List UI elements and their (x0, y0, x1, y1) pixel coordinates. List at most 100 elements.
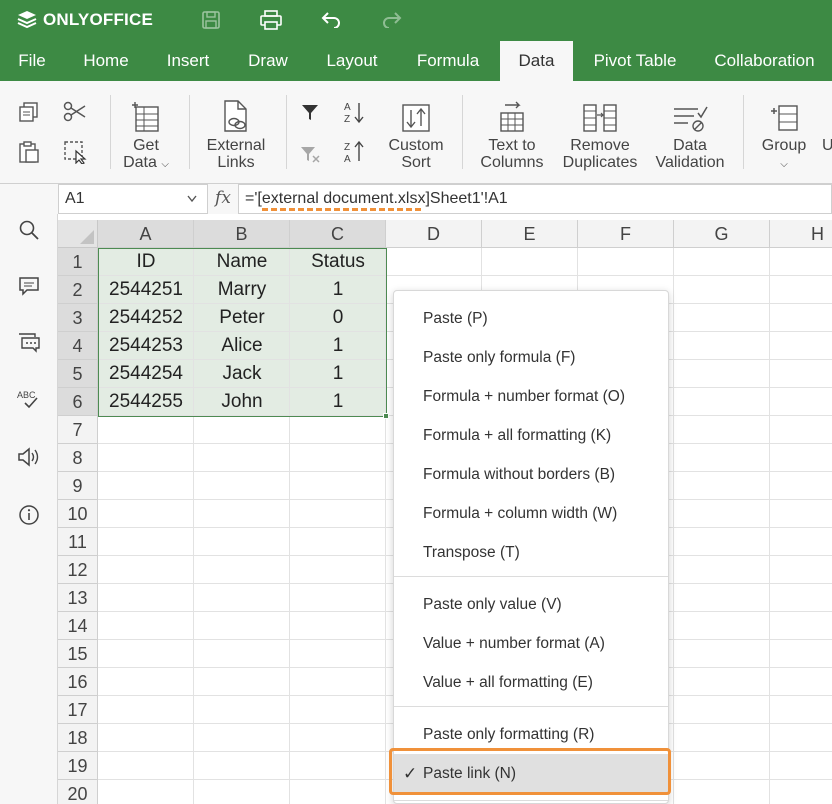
app-name: ONLYOFFICE (43, 10, 153, 29)
name-box[interactable]: A1 (58, 184, 208, 214)
menu-item-formula-column-width[interactable]: Formula + column width (W) (394, 494, 668, 533)
sort-ascending-icon[interactable]: AZ (341, 99, 367, 125)
undo-icon[interactable] (319, 9, 343, 31)
comment-icon[interactable] (17, 274, 41, 298)
select-all-icon[interactable] (62, 139, 88, 165)
save-icon[interactable] (199, 9, 223, 31)
column-header-g[interactable]: G (674, 220, 770, 248)
column-header-c[interactable]: C (290, 220, 386, 248)
menu-item-transpose[interactable]: Transpose (T) (394, 533, 668, 572)
menu-item-paste-only-value[interactable]: Paste only value (V) (394, 585, 668, 624)
external-links-button[interactable]: External Links (198, 97, 274, 171)
toolbar-separator (462, 95, 463, 169)
paste-icon[interactable] (16, 139, 42, 165)
search-icon[interactable] (17, 218, 41, 242)
tab-pivot-table[interactable]: Pivot Table (573, 41, 697, 81)
cell-reference: A1 (65, 190, 85, 207)
row-header-4[interactable]: 4 (58, 332, 98, 360)
remove-duplicates-icon (582, 97, 618, 133)
get-data-icon (131, 97, 161, 133)
info-icon[interactable] (17, 503, 41, 527)
redo-icon[interactable] (380, 9, 404, 31)
column-header-d[interactable]: D (386, 220, 482, 248)
tab-file[interactable]: File (0, 41, 64, 81)
row-header-5[interactable]: 5 (58, 360, 98, 388)
toolbar-separator (189, 95, 190, 169)
cut-icon[interactable] (62, 99, 88, 125)
menu-item-paste-only-formula[interactable]: Paste only formula (F) (394, 338, 668, 377)
menu-item-value-number-format[interactable]: Value + number format (A) (394, 624, 668, 663)
row-header-1[interactable]: 1 (58, 248, 98, 276)
svg-text:A: A (344, 154, 351, 164)
row-header-6[interactable]: 6 (58, 388, 98, 416)
filter-icon[interactable] (297, 99, 323, 125)
data-validation-button[interactable]: Data Validation (650, 97, 730, 171)
chevron-down-icon: ⌵ (161, 159, 169, 170)
menu-item-value-all-formatting[interactable]: Value + all formatting (E) (394, 663, 668, 702)
svg-text:Z: Z (344, 114, 350, 124)
row-header-16[interactable]: 16 (58, 668, 98, 696)
menu-item-formula-without-borders[interactable]: Formula without borders (B) (394, 455, 668, 494)
row-header-20[interactable]: 20 (58, 780, 98, 804)
remove-duplicates-button[interactable]: Remove Duplicates (560, 97, 640, 171)
external-links-label-1: External (206, 137, 266, 154)
row-header-3[interactable]: 3 (58, 304, 98, 332)
tab-home[interactable]: Home (64, 41, 148, 81)
row-header-14[interactable]: 14 (58, 612, 98, 640)
paste-special-menu: Paste (P) Paste only formula (F) Formula… (393, 290, 669, 804)
text-to-columns-icon (497, 97, 527, 133)
row-header-19[interactable]: 19 (58, 752, 98, 780)
tab-formula[interactable]: Formula (396, 41, 500, 81)
tab-layout[interactable]: Layout (308, 41, 396, 81)
row-header-9[interactable]: 9 (58, 472, 98, 500)
column-header-h[interactable]: H (770, 220, 832, 248)
menu-separator (394, 706, 668, 707)
row-header-7[interactable]: 7 (58, 416, 98, 444)
tab-draw[interactable]: Draw (228, 41, 308, 81)
row-header-17[interactable]: 17 (58, 696, 98, 724)
row-header-8[interactable]: 8 (58, 444, 98, 472)
tab-collaboration[interactable]: Collaboration (697, 41, 832, 81)
menu-item-paste[interactable]: Paste (P) (394, 299, 668, 338)
fill-handle[interactable] (383, 413, 389, 419)
menu-item-formula-number-format[interactable]: Formula + number format (O) (394, 377, 668, 416)
function-icon[interactable]: fx (208, 184, 238, 214)
print-icon[interactable] (259, 9, 283, 31)
chevron-down-icon[interactable] (187, 195, 197, 203)
tab-data[interactable]: Data (500, 41, 573, 81)
speaker-icon[interactable] (17, 445, 41, 469)
selection-border (98, 248, 387, 417)
spellcheck-icon[interactable]: ABC (17, 387, 41, 411)
paste-link-highlight-box (389, 748, 671, 795)
svg-text:ABC: ABC (17, 390, 36, 400)
toolbar-separator (286, 95, 287, 169)
get-data-button[interactable]: Get Data ⌵ (116, 97, 176, 173)
ungroup-label-partial[interactable]: U (822, 137, 832, 155)
text-to-columns-button[interactable]: Text to Columns (474, 97, 550, 171)
column-header-e[interactable]: E (482, 220, 578, 248)
data-validation-label-1: Data (673, 137, 707, 154)
row-header-11[interactable]: 11 (58, 528, 98, 556)
select-all-corner[interactable] (58, 220, 98, 248)
row-header-13[interactable]: 13 (58, 584, 98, 612)
row-header-18[interactable]: 18 (58, 724, 98, 752)
chat-icon[interactable] (17, 331, 41, 355)
row-header-15[interactable]: 15 (58, 640, 98, 668)
clear-filter-icon[interactable] (297, 141, 323, 167)
row-header-10[interactable]: 10 (58, 500, 98, 528)
menu-item-formula-all-formatting[interactable]: Formula + all formatting (K) (394, 416, 668, 455)
sort-descending-icon[interactable]: ZA (341, 139, 367, 165)
tab-insert[interactable]: Insert (148, 41, 228, 81)
formula-dashed-underline (262, 208, 421, 211)
custom-sort-button[interactable]: Custom Sort (382, 97, 450, 171)
row-header-2[interactable]: 2 (58, 276, 98, 304)
group-button[interactable]: Group ⌵ (756, 97, 812, 173)
column-header-f[interactable]: F (578, 220, 674, 248)
copy-icon[interactable] (16, 99, 42, 125)
column-header-a[interactable]: A (98, 220, 194, 248)
external-links-icon (221, 97, 251, 133)
column-header-b[interactable]: B (194, 220, 290, 248)
remove-duplicates-label-1: Remove (570, 137, 630, 154)
row-header-12[interactable]: 12 (58, 556, 98, 584)
toolbar-separator (110, 95, 111, 169)
